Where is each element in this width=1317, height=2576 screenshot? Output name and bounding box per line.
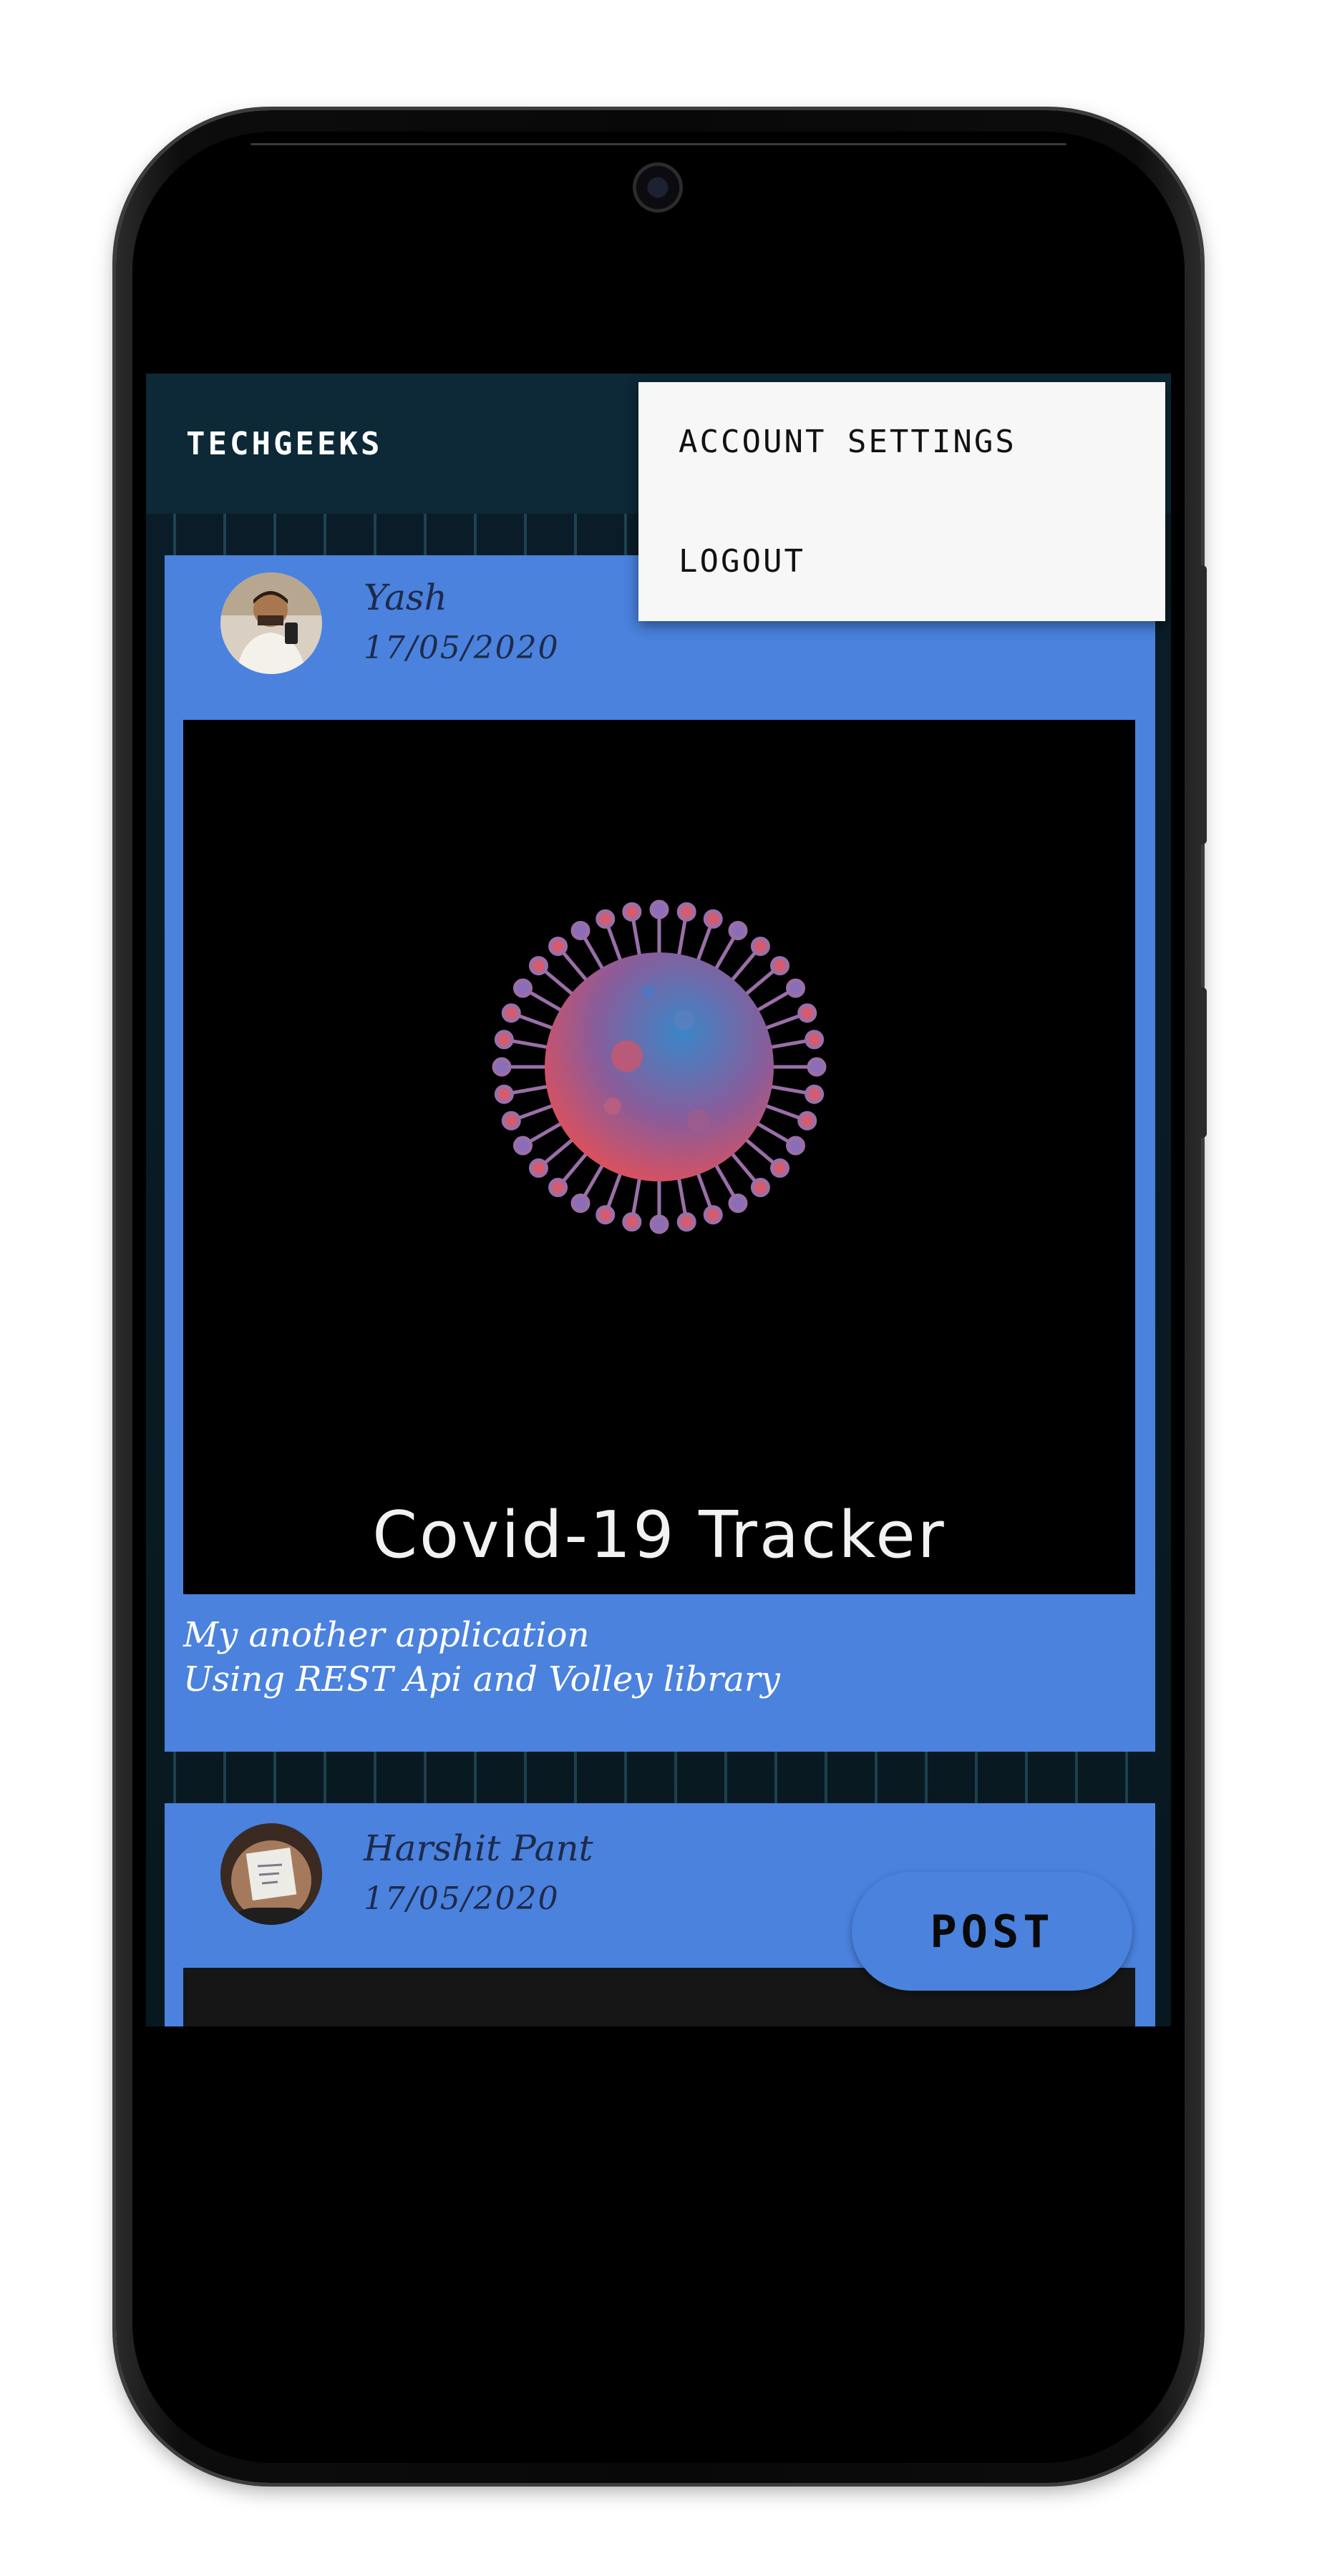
virus-spike-tip: [703, 909, 723, 929]
post-text: My another application Using REST Api an…: [183, 1613, 780, 1702]
virus-spike-tip: [512, 1136, 533, 1156]
virus-spike-tip: [596, 1205, 616, 1225]
virus-spike-tip: [494, 1084, 514, 1104]
app-screen: TECHGEEKS Yash 17/05/2020 Covid-19 Track…: [146, 374, 1171, 2026]
virus-spike-tip: [805, 1030, 825, 1050]
virus-spike-tip: [528, 1158, 548, 1178]
virus-spike-tip: [786, 978, 806, 998]
virus-spike-tip: [494, 1030, 514, 1050]
virus-spike-tip: [649, 899, 669, 919]
virus-spike-tip: [676, 902, 696, 922]
post-image[interactable]: Covid-19 Tracker: [183, 720, 1135, 1594]
post-author: Yash: [364, 577, 447, 618]
virus-spike-tip: [622, 902, 642, 922]
power-button: [1197, 987, 1207, 1138]
menu-item-logout[interactable]: LOGOUT: [638, 502, 1165, 621]
post-text-line: My another application: [183, 1615, 590, 1655]
post-card[interactable]: Yash 17/05/2020 Covid-19 Tracker My anot…: [165, 555, 1155, 1752]
virus-spike-tip: [649, 1214, 669, 1234]
post-author: Harshit Pant: [364, 1828, 593, 1869]
virus-spike-tip: [570, 1194, 591, 1214]
virus-spike-tip: [528, 956, 548, 976]
virus-spike-tip: [501, 1111, 521, 1131]
avatar[interactable]: [220, 572, 322, 674]
virus-spike-tip: [596, 909, 616, 929]
avatar[interactable]: [220, 1823, 322, 1925]
menu-item-account-settings[interactable]: ACCOUNT SETTINGS: [638, 382, 1165, 502]
virus-icon: [492, 899, 827, 1234]
post-date: 17/05/2020: [364, 630, 560, 666]
virus-spike-tip: [728, 920, 748, 940]
virus-spike-tip: [703, 1205, 723, 1225]
virus-spike-tip: [770, 1158, 790, 1178]
app-title: TECHGEEKS: [186, 425, 383, 462]
virus-spike-tip: [548, 936, 568, 956]
virus-spike-tip: [728, 1194, 748, 1214]
virus-spike-tip: [805, 1084, 825, 1104]
earpiece: [251, 143, 1066, 145]
virus-spike-tip: [622, 1212, 642, 1232]
virus-spike-tip: [770, 956, 790, 976]
virus-spike-tip: [548, 1178, 568, 1198]
front-camera-icon: [633, 162, 683, 213]
virus-spike-tip: [750, 1178, 770, 1198]
virus-spike-tip: [501, 1003, 521, 1023]
virus-spike-tip: [797, 1003, 817, 1023]
virus-spike-tip: [676, 1212, 696, 1232]
image-caption: Covid-19 Tracker: [372, 1498, 946, 1573]
virus-spike-tip: [512, 978, 533, 998]
virus-spike-tip: [750, 936, 770, 956]
virus-spike-tip: [807, 1057, 827, 1077]
virus-spike-tip: [797, 1111, 817, 1131]
post-date: 17/05/2020: [364, 1880, 560, 1917]
volume-button: [1197, 565, 1207, 844]
post-fab-button[interactable]: POST: [852, 1872, 1132, 1991]
virus-spike-tip: [786, 1136, 806, 1156]
post-text-line: Using REST Api and Volley library: [183, 1659, 780, 1699]
virus-spike-tip: [570, 920, 591, 940]
virus-spike-tip: [492, 1057, 512, 1077]
overflow-menu: ACCOUNT SETTINGS LOGOUT: [638, 382, 1165, 621]
